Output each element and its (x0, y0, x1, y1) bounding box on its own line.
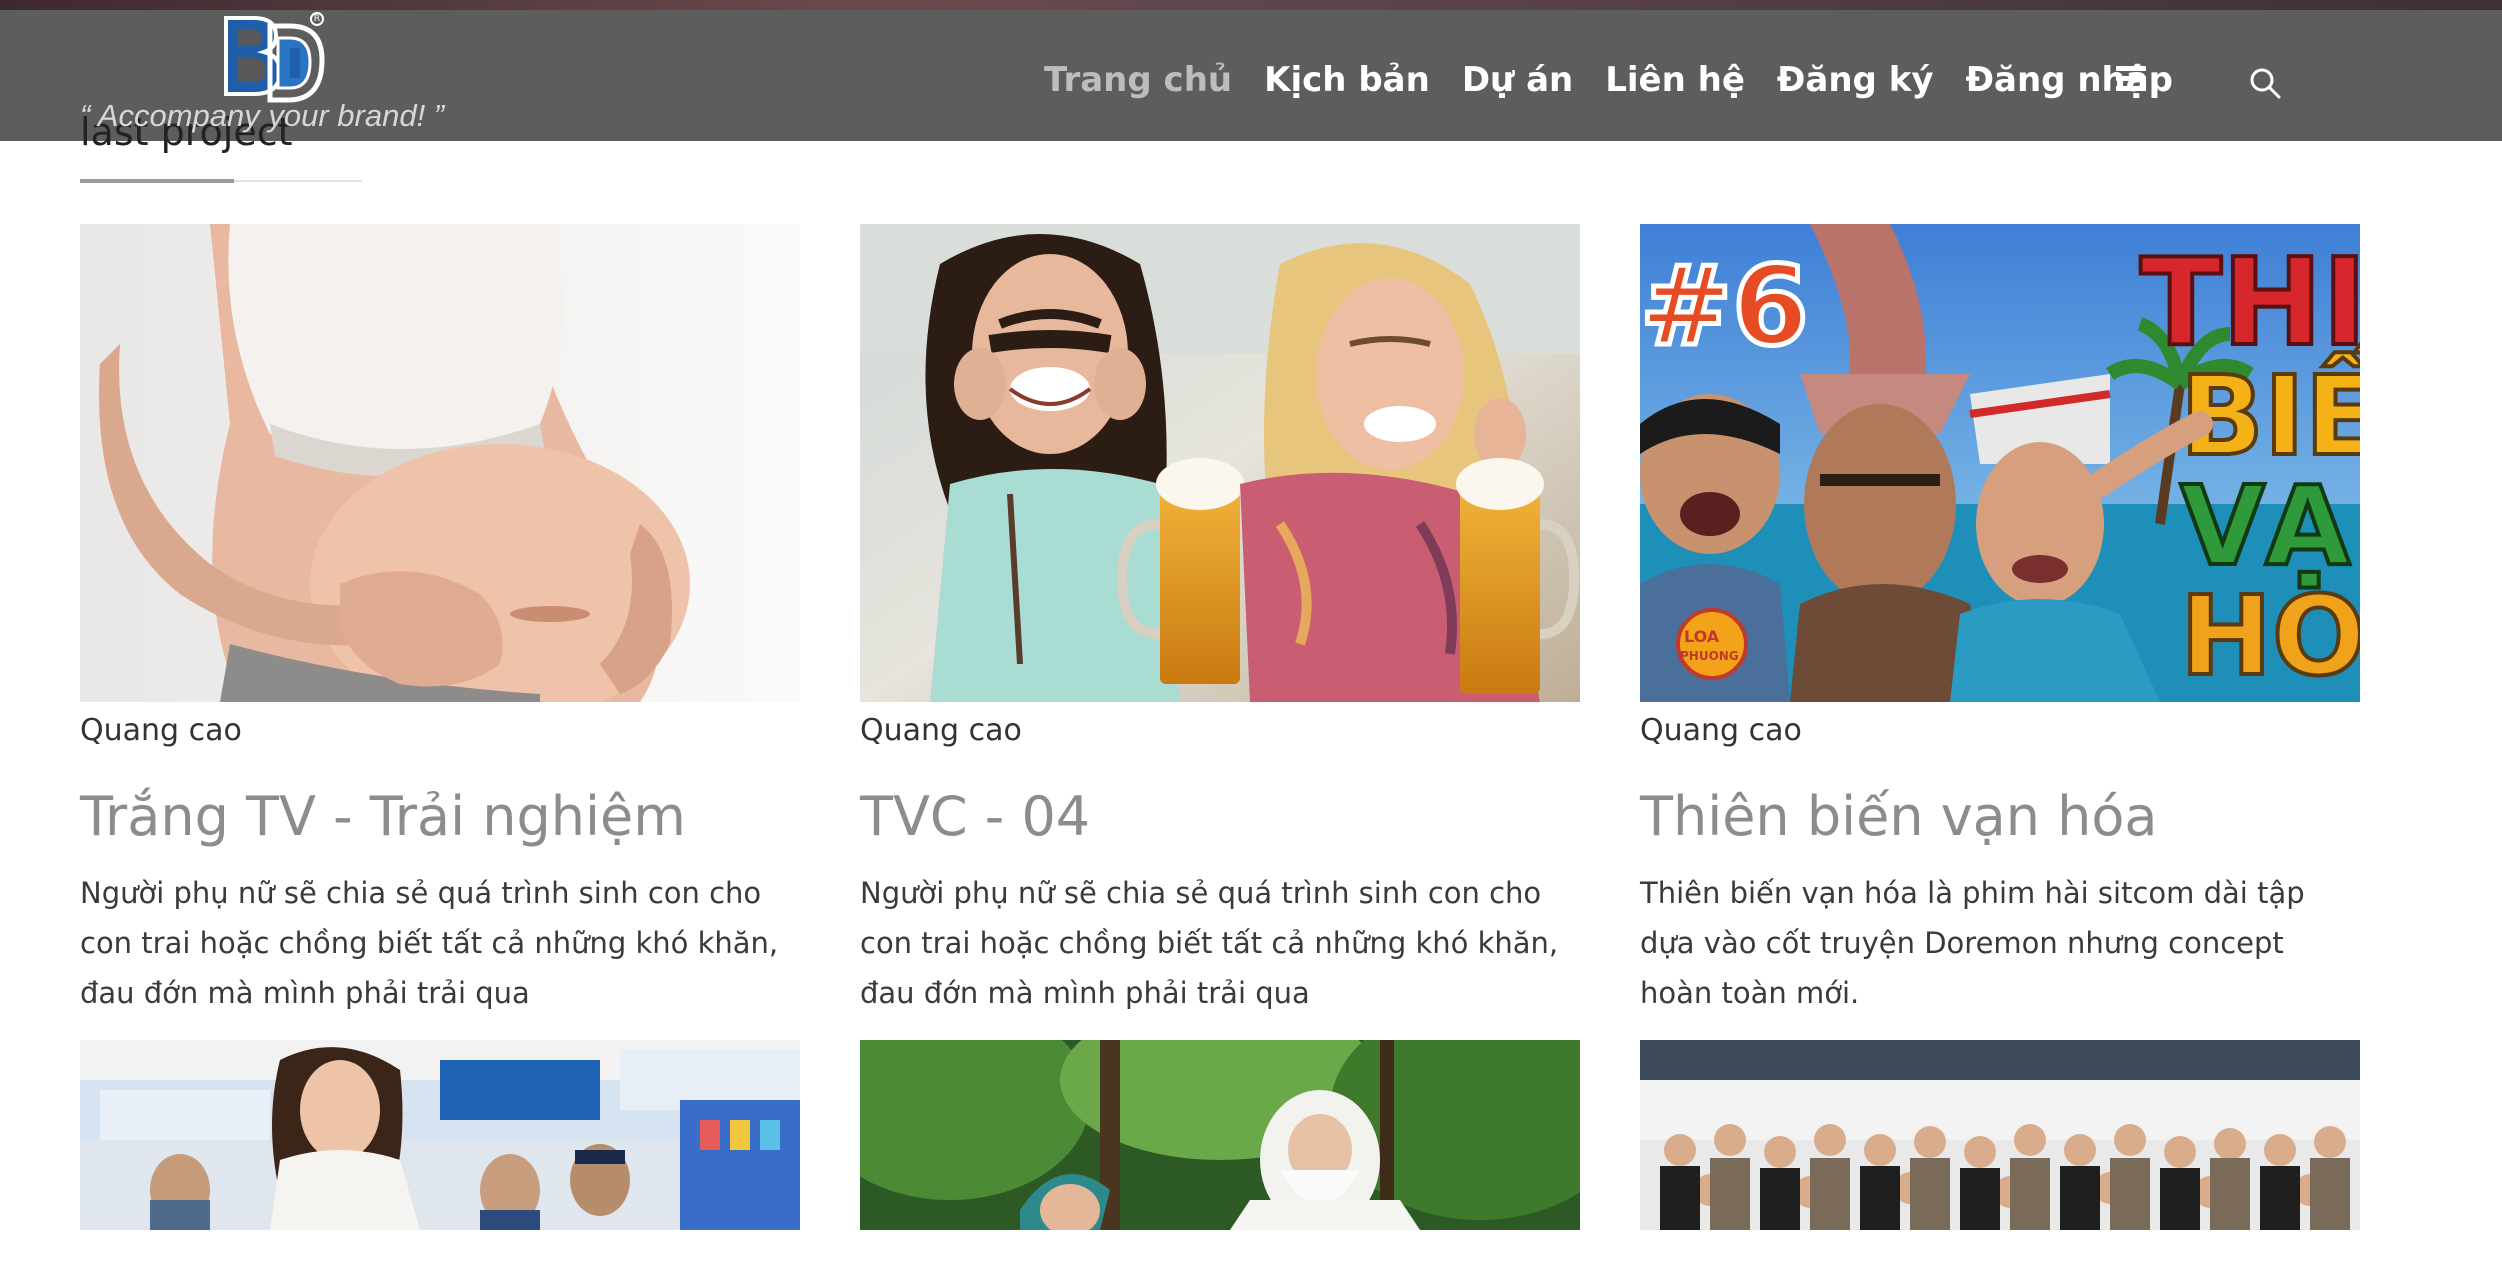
card-description: Người phụ nữ sẽ chia sẻ quá trình sinh c… (860, 876, 1559, 1010)
svg-text:BIẾ: BIẾ (2180, 337, 2360, 480)
nav-item-dang-ky[interactable]: Đăng ký (1777, 60, 1934, 100)
top-background-strip (0, 0, 2502, 10)
pregnancy-image[interactable] (80, 224, 800, 702)
svg-text:PHUONG: PHUONG (1680, 649, 1739, 663)
svg-text:LOA: LOA (1684, 627, 1720, 646)
card-title[interactable]: TVC - 04 (860, 784, 1580, 850)
nav-item-lien-he[interactable]: Liên hệ (1605, 60, 1745, 100)
project-card: THIÊ BIẾ VẠ HOÁ #6 LOA (1640, 224, 2360, 1018)
svg-text:#6: #6 (1640, 242, 1809, 370)
nav-item-trang-chu[interactable]: Trang chủ (1044, 60, 1232, 100)
search-icon[interactable] (2248, 66, 2282, 100)
hamburger-icon[interactable] (2116, 66, 2146, 92)
card-category[interactable]: Quang cao (1640, 710, 2360, 752)
brand-tagline: “ Accompany your brand! ” (80, 98, 445, 133)
supermarket-thumbnail[interactable] (80, 1040, 800, 1230)
card-category[interactable]: Quang cao (860, 710, 1580, 752)
title-underline-accent (80, 179, 234, 183)
brand-logo[interactable] (218, 10, 328, 110)
project-card: Quang cao Trắng TV - Trải nghiệm Người p… (80, 224, 800, 1018)
card-category[interactable]: Quang cao (80, 710, 800, 752)
forest-thumbnail[interactable] (860, 1040, 1580, 1230)
svg-text:HOÁ: HOÁ (2180, 571, 2360, 700)
nav-item-kich-ban[interactable]: Kịch bản (1264, 60, 1430, 100)
card-title[interactable]: Trắng TV - Trải nghiệm (80, 784, 800, 850)
beer-women-image[interactable] (860, 224, 1580, 702)
card-description: Thiên biến vạn hóa là phim hài sitcom dà… (1640, 876, 2305, 1010)
card-description: Người phụ nữ sẽ chia sẻ quá trình sinh c… (80, 876, 779, 1010)
nav-item-du-an[interactable]: Dự án (1462, 60, 1573, 100)
group-photo-thumbnail[interactable] (1640, 1040, 2360, 1230)
sitcom-poster-image[interactable]: THIÊ BIẾ VẠ HOÁ #6 LOA (1640, 224, 2360, 702)
card-title[interactable]: Thiên biến vạn hóa (1640, 784, 2360, 850)
svg-text:VẠ: VẠ (2180, 462, 2350, 590)
registered-mark-icon: R (310, 12, 324, 26)
bd-logo-icon (224, 16, 325, 103)
project-card: Quang cao TVC - 04 Người phụ nữ sẽ chia … (860, 224, 1580, 1018)
main-nav: Trang chủ Kịch bản Dự án Liên hệ Đăng ký… (1044, 54, 2205, 106)
